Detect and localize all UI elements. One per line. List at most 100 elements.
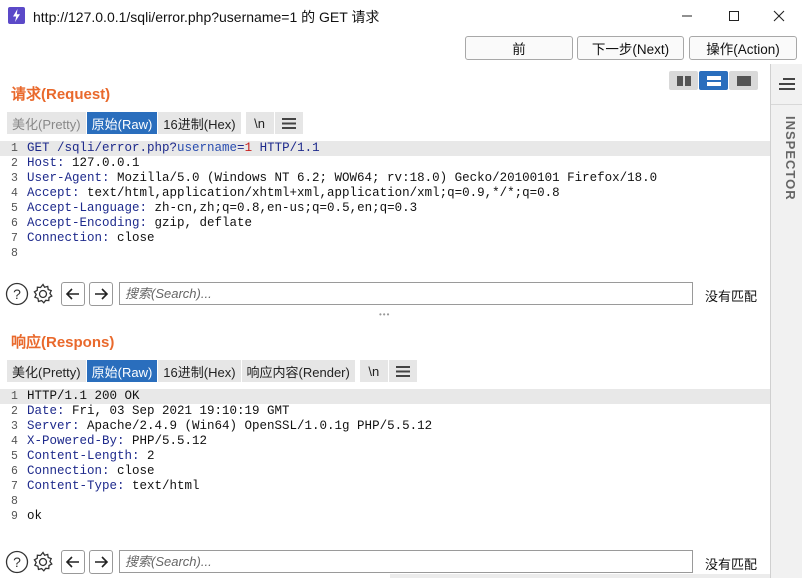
line-content: X-Powered-By: PHP/5.5.12 bbox=[27, 434, 207, 449]
line-number: 8 bbox=[11, 247, 18, 260]
layout-side-by-side-button[interactable] bbox=[669, 71, 698, 90]
query-param-equals: = bbox=[237, 141, 245, 155]
request-editor[interactable]: 1 GET /sqli/error.php?username=1 HTTP/1.1… bbox=[0, 141, 770, 276]
header-value: Apache/2.4.9 (Win64) OpenSSL/1.0.1g PHP/… bbox=[79, 419, 433, 433]
query-param-name: username bbox=[177, 141, 238, 155]
response-editor[interactable]: 1 HTTP/1.1 200 OK 2 Date: Fri, 03 Sep 2021 … bbox=[0, 389, 770, 527]
minimize-button[interactable] bbox=[664, 0, 710, 32]
minimize-icon bbox=[682, 15, 692, 17]
code-line: 3 User-Agent: Mozilla/5.0 (Windows NT 6.2… bbox=[0, 171, 770, 186]
tab-response-render[interactable]: 响应内容(Render) bbox=[241, 360, 355, 382]
line-number: 1 bbox=[11, 390, 18, 403]
line-content: Content-Type: text/html bbox=[27, 479, 200, 494]
code-line: 1 HTTP/1.1 200 OK bbox=[0, 389, 770, 404]
gear-icon[interactable] bbox=[31, 550, 55, 574]
line-number: 5 bbox=[11, 450, 18, 463]
header-name: Host: bbox=[27, 156, 65, 170]
code-line: 7 Connection: close bbox=[0, 231, 770, 246]
response-options-button[interactable] bbox=[388, 360, 417, 382]
line-content: Accept-Language: zh-cn,zh;q=0.8,en-us;q=… bbox=[27, 201, 417, 216]
tab-request-hex[interactable]: 16进制(Hex) bbox=[158, 112, 241, 134]
inspector-label[interactable]: INSPECTOR bbox=[776, 116, 798, 201]
header-name: GET /sqli/error.php? bbox=[27, 141, 178, 155]
columns-icon bbox=[676, 75, 691, 86]
newline-toggle-button[interactable]: \n bbox=[245, 112, 274, 134]
header-name: Connection: bbox=[27, 231, 110, 245]
code-line: 6 Connection: close bbox=[0, 464, 770, 479]
arrow-left-icon bbox=[65, 288, 79, 300]
request-tabs: 美化(Pretty) 原始(Raw) 16进制(Hex) \n bbox=[7, 112, 304, 134]
search-next-button[interactable] bbox=[89, 550, 113, 574]
inspector-divider bbox=[771, 104, 802, 105]
maximize-button[interactable] bbox=[711, 0, 757, 32]
layout-single-button[interactable] bbox=[729, 71, 758, 90]
line-content: Date: Fri, 03 Sep 2021 19:10:19 GMT bbox=[27, 404, 290, 419]
header-name: Content-Type: bbox=[27, 479, 125, 493]
tab-response-pretty[interactable]: 美化(Pretty) bbox=[7, 360, 86, 382]
code-line: 2 Date: Fri, 03 Sep 2021 19:10:19 GMT bbox=[0, 404, 770, 419]
layout-toggle-group bbox=[669, 71, 759, 90]
line-number: 1 bbox=[11, 142, 18, 155]
arrow-right-icon bbox=[95, 556, 109, 568]
help-icon[interactable]: ? bbox=[5, 550, 29, 574]
response-tabs: 美化(Pretty) 原始(Raw) 16进制(Hex) 响应内容(Render… bbox=[7, 360, 418, 382]
tab-request-raw[interactable]: 原始(Raw) bbox=[86, 112, 158, 134]
line-number: 5 bbox=[11, 202, 18, 215]
request-options-button[interactable] bbox=[274, 112, 303, 134]
pane-splitter[interactable]: ••• bbox=[0, 309, 770, 319]
code-line: 8 bbox=[0, 246, 770, 261]
next-button[interactable]: 下一步(Next) bbox=[577, 36, 684, 60]
code-line: 5 Content-Length: 2 bbox=[0, 449, 770, 464]
line-content: HTTP/1.1 200 OK bbox=[27, 389, 140, 404]
gear-icon[interactable] bbox=[31, 282, 55, 306]
header-value: 2 bbox=[139, 449, 155, 463]
line-number: 6 bbox=[11, 217, 18, 230]
maximize-icon bbox=[729, 11, 739, 21]
tab-response-raw[interactable]: 原始(Raw) bbox=[86, 360, 158, 382]
prev-button[interactable]: 前 bbox=[465, 36, 573, 60]
header-value: HTTP/1.1 200 OK bbox=[27, 389, 140, 403]
hamburger-icon bbox=[281, 117, 296, 129]
layout-stacked-button[interactable] bbox=[699, 71, 728, 90]
response-newline-toggle-button[interactable]: \n bbox=[359, 360, 388, 382]
header-value: close bbox=[109, 231, 155, 245]
header-name: X-Powered-By: bbox=[27, 434, 125, 448]
line-content: Host: 127.0.0.1 bbox=[27, 156, 140, 171]
code-line: 7 Content-Type: text/html bbox=[0, 479, 770, 494]
single-pane-icon bbox=[736, 75, 751, 86]
close-button[interactable] bbox=[756, 0, 802, 32]
arrow-left-icon bbox=[65, 556, 79, 568]
help-icon[interactable]: ? bbox=[5, 282, 29, 306]
line-content: Server: Apache/2.4.9 (Win64) OpenSSL/1.0… bbox=[27, 419, 432, 434]
rows-icon bbox=[706, 75, 721, 86]
line-number: 2 bbox=[11, 405, 18, 418]
header-name: Content-Length: bbox=[27, 449, 140, 463]
hidden-overflow-line bbox=[390, 574, 770, 578]
request-search-input[interactable] bbox=[119, 282, 693, 305]
header-name: Date: bbox=[27, 404, 65, 418]
line-content: User-Agent: Mozilla/5.0 (Windows NT 6.2;… bbox=[27, 171, 657, 186]
search-next-button[interactable] bbox=[89, 282, 113, 306]
response-search-input[interactable] bbox=[119, 550, 693, 573]
line-content: Accept: text/html,application/xhtml+xml,… bbox=[27, 186, 560, 201]
search-previous-button[interactable] bbox=[61, 550, 85, 574]
request-protocol: HTTP/1.1 bbox=[252, 141, 320, 155]
header-name: Accept-Encoding: bbox=[27, 216, 148, 230]
search-previous-button[interactable] bbox=[61, 282, 85, 306]
tab-response-hex[interactable]: 16进制(Hex) bbox=[158, 360, 241, 382]
line-number: 8 bbox=[11, 495, 18, 508]
tab-request-pretty[interactable]: 美化(Pretty) bbox=[7, 112, 86, 134]
line-content: GET /sqli/error.php?username=1 HTTP/1.1 bbox=[27, 141, 320, 156]
window-title: http://127.0.0.1/sqli/error.php?username… bbox=[33, 9, 380, 25]
line-content: Content-Length: 2 bbox=[27, 449, 155, 464]
code-line: 2 Host: 127.0.0.1 bbox=[0, 156, 770, 171]
menu-icon[interactable] bbox=[779, 78, 795, 93]
code-line: 4 Accept: text/html,application/xhtml+xml… bbox=[0, 186, 770, 201]
request-search-status: 没有匹配 bbox=[705, 289, 758, 304]
response-title: 响应(Respons) bbox=[11, 334, 115, 351]
request-search-bar: ? 没有匹配 bbox=[0, 281, 770, 307]
inspector-panel[interactable]: INSPECTOR bbox=[770, 64, 802, 578]
header-name: Accept: bbox=[27, 186, 80, 200]
action-button[interactable]: 操作(Action) bbox=[689, 36, 797, 60]
line-number: 4 bbox=[11, 435, 18, 448]
